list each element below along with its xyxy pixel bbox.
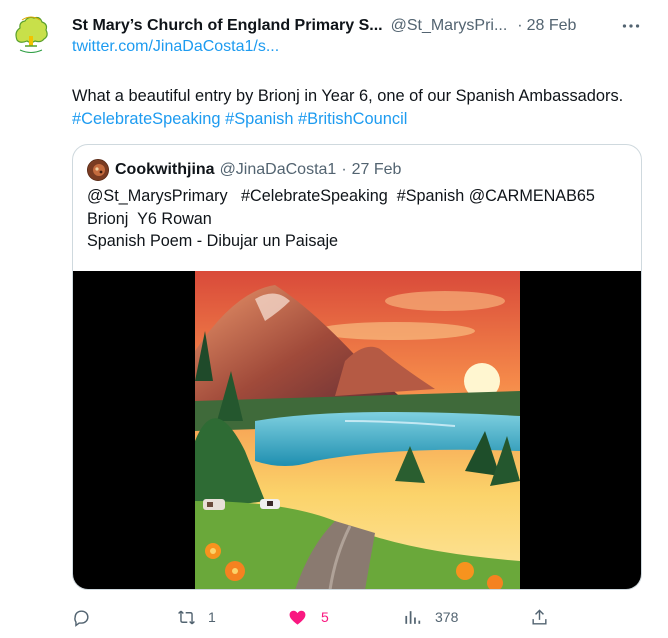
tweet-text: What a beautiful entry by Brionj in Year… bbox=[72, 85, 642, 131]
views-button[interactable]: 378 bbox=[403, 603, 458, 631]
views-chart-icon bbox=[405, 610, 421, 624]
like-count: 5 bbox=[321, 609, 329, 625]
quoted-media[interactable] bbox=[73, 271, 641, 589]
reply-icon bbox=[74, 609, 89, 627]
tweet-text-plain: What a beautiful entry by Brionj in Year… bbox=[72, 87, 624, 105]
separator-dot: · bbox=[517, 17, 523, 34]
quoted-text-line: Spanish Poem - Dibujar un Paisaje bbox=[87, 232, 339, 250]
school-tree-logo-icon bbox=[9, 11, 53, 55]
landscape-painting-image bbox=[195, 271, 520, 589]
quoted-text-line: Brionj Y6 Rowan bbox=[87, 209, 212, 228]
quoted-text-line: @St_MarysPrimary #CelebrateSpeaking #Spa… bbox=[87, 187, 595, 205]
tweet-header: St Mary’s Church of England Primary S...… bbox=[72, 14, 652, 38]
quoted-author-handle: @JinaDaCosta1 bbox=[219, 161, 337, 178]
tweet-link[interactable]: twitter.com/JinaDaCosta1/s... bbox=[72, 38, 279, 56]
retweet-count: 1 bbox=[208, 609, 216, 625]
like-button[interactable]: 5 bbox=[288, 603, 329, 631]
more-horizontal-icon bbox=[622, 24, 640, 28]
views-count: 378 bbox=[435, 609, 459, 625]
share-button[interactable] bbox=[530, 603, 549, 631]
hashtag-link[interactable]: #CelebrateSpeaking bbox=[72, 110, 221, 128]
hashtag-link[interactable]: #BritishCouncil bbox=[298, 110, 407, 128]
hashtag-link[interactable]: #Spanish bbox=[225, 110, 293, 128]
separator-dot: · bbox=[341, 161, 347, 178]
quoted-tweet-text: @St_MarysPrimary #CelebrateSpeaking #Spa… bbox=[87, 185, 632, 253]
tweet-actions: 1 5 378 bbox=[72, 603, 552, 631]
quoted-author-name: Cookwithjina bbox=[115, 161, 215, 178]
tweet[interactable]: St Mary’s Church of England Primary S...… bbox=[0, 0, 668, 638]
retweet-icon bbox=[178, 610, 195, 624]
quoted-date: 27 Feb bbox=[351, 161, 402, 178]
quoted-avatar bbox=[87, 159, 109, 181]
heart-icon bbox=[289, 610, 306, 625]
author-handle[interactable]: @St_MarysPri... bbox=[391, 17, 508, 35]
retweet-button[interactable]: 1 bbox=[177, 603, 216, 631]
share-icon bbox=[532, 608, 547, 625]
tweet-date[interactable]: 28 Feb bbox=[527, 17, 577, 35]
quoted-tweet[interactable]: Cookwithjina @JinaDaCosta1 · 27 Feb @St_… bbox=[72, 144, 642, 590]
avatar[interactable] bbox=[8, 10, 54, 56]
quoted-tweet-header: Cookwithjina @JinaDaCosta1 · 27 Feb bbox=[87, 159, 401, 181]
more-button[interactable] bbox=[620, 16, 642, 36]
reply-button[interactable] bbox=[72, 603, 105, 631]
author-name[interactable]: St Mary’s Church of England Primary S... bbox=[72, 17, 383, 35]
